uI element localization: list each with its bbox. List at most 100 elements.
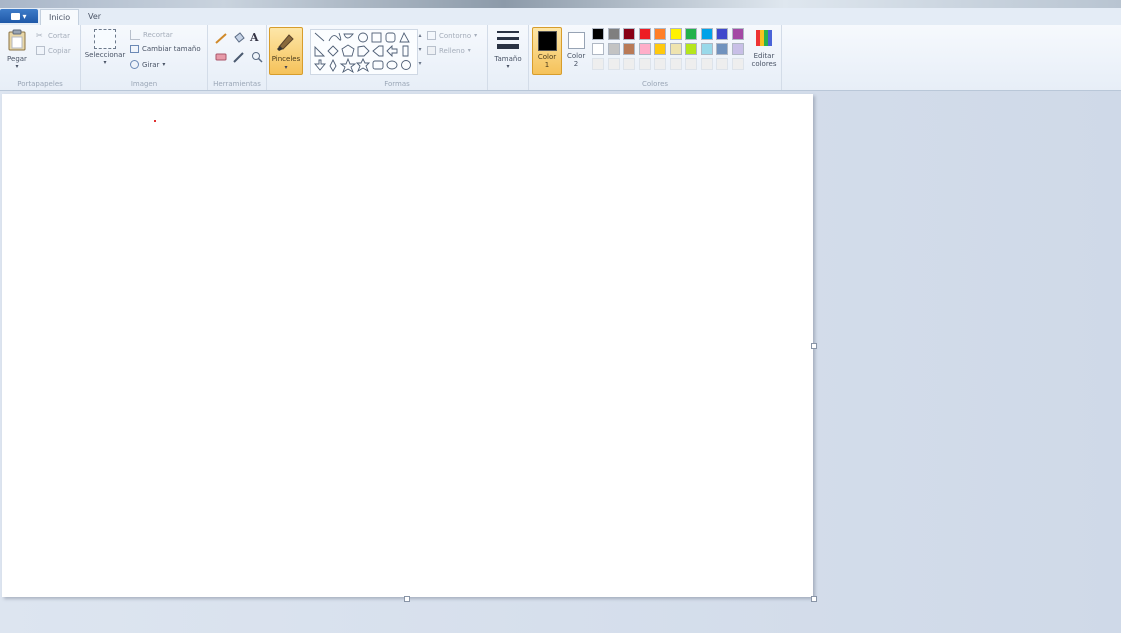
color1-label: Color 1	[537, 53, 557, 69]
size-dropdown-icon: ▾	[506, 63, 510, 70]
shapes-scroll[interactable]: ▴ ▾ ▾	[416, 29, 424, 73]
canvas-workspace[interactable]	[0, 91, 1121, 633]
brushes-button[interactable]: Pinceles ▾	[269, 27, 303, 75]
palette-swatch[interactable]	[623, 28, 635, 40]
rotate-label: Girar	[142, 60, 160, 69]
rotate-button[interactable]: Girar ▾	[130, 60, 165, 69]
colores-group-label: Colores	[641, 80, 669, 88]
palette-swatch[interactable]	[716, 58, 728, 70]
palette-swatch[interactable]	[685, 58, 697, 70]
palette-swatch[interactable]	[592, 58, 604, 70]
palette-swatch[interactable]	[669, 28, 682, 40]
palette-swatch[interactable]	[700, 58, 713, 70]
palette-swatch[interactable]	[592, 28, 604, 40]
resize-label: Cambiar tamaño	[142, 45, 201, 53]
resize-handle-corner[interactable]	[811, 596, 817, 602]
edit-colors-button[interactable]: Editar colores	[748, 28, 780, 68]
palette-swatch[interactable]	[638, 58, 651, 70]
palette-swatch[interactable]	[700, 28, 713, 40]
brushes-dropdown-icon: ▾	[284, 64, 288, 71]
herramientas-group-label: Herramientas	[213, 80, 261, 88]
palette-swatch[interactable]	[669, 43, 682, 55]
resize-handle-bottom[interactable]	[404, 596, 410, 602]
palette-swatch[interactable]	[592, 43, 604, 55]
color-wheel-icon	[756, 30, 772, 46]
palette-swatch[interactable]	[685, 43, 697, 55]
resize-button[interactable]: Cambiar tamaño	[130, 45, 201, 53]
select-label: Seleccionar	[84, 51, 126, 59]
palette-swatch[interactable]	[654, 43, 666, 55]
palette-swatch[interactable]	[623, 58, 635, 70]
formas-group-label: Formas	[384, 80, 410, 88]
tab-ver[interactable]: Ver	[80, 9, 109, 24]
ribbon: Pegar ▾ ✂ Cortar Copiar Portapapeles Sel…	[0, 25, 1121, 91]
imagen-group-label: Imagen	[130, 80, 158, 88]
size-button[interactable]: Tamaño ▾	[491, 29, 525, 70]
cut-label: Cortar	[48, 31, 70, 40]
palette-swatch[interactable]	[685, 28, 697, 40]
cut-button[interactable]: ✂ Cortar	[36, 31, 70, 40]
resize-handle-right[interactable]	[811, 343, 817, 349]
outline-button[interactable]: Contorno ▾	[427, 31, 477, 40]
crop-button[interactable]: Recortar	[130, 30, 173, 40]
paste-button[interactable]: Pegar ▾	[3, 29, 31, 70]
group-formas: ▴ ▾ ▾ Contorno ▾ Relleno ▾ Formas	[307, 25, 488, 90]
palette-swatch[interactable]	[607, 58, 620, 70]
outline-label: Contorno	[439, 31, 472, 40]
fill-dropdown-icon: ▾	[467, 47, 471, 54]
fill-bucket-icon[interactable]	[232, 32, 246, 44]
portapapeles-group-label: Portapapeles	[17, 80, 63, 88]
group-herramientas: A Herramientas	[208, 25, 267, 90]
selection-rectangle-icon	[94, 29, 116, 49]
clipboard-icon	[8, 29, 26, 51]
outline-icon	[427, 31, 436, 40]
paste-label: Pegar	[7, 55, 27, 63]
palette-swatch[interactable]	[700, 43, 713, 55]
color1-swatch	[538, 31, 557, 51]
edit-colors-label: Editar colores	[751, 52, 777, 68]
palette-swatch[interactable]	[607, 28, 620, 40]
palette-swatch[interactable]	[716, 43, 728, 55]
palette-swatch[interactable]	[716, 28, 728, 40]
copy-label: Copiar	[48, 46, 71, 55]
color2-swatch	[568, 32, 585, 49]
palette-swatch[interactable]	[607, 43, 620, 55]
palette-swatch[interactable]	[654, 58, 666, 70]
color-picker-icon[interactable]	[232, 51, 246, 63]
crop-label: Recortar	[143, 31, 173, 39]
palette-swatch[interactable]	[669, 58, 682, 70]
scissors-icon: ✂	[36, 31, 43, 40]
palette-swatch[interactable]	[638, 43, 651, 55]
file-menu-button[interactable]: ▾	[0, 9, 38, 23]
pencil-icon[interactable]	[214, 32, 228, 44]
palette-swatch[interactable]	[731, 58, 744, 70]
tab-inicio[interactable]: Inicio	[40, 9, 80, 25]
shapes-gallery-icons	[314, 31, 411, 74]
palette-swatch[interactable]	[731, 28, 744, 40]
fill-icon	[427, 46, 436, 55]
group-portapapeles: Pegar ▾ ✂ Cortar Copiar Portapapeles	[0, 25, 81, 90]
palette-swatch[interactable]	[638, 28, 651, 40]
fill-label: Relleno	[439, 46, 465, 55]
drawing-canvas[interactable]	[2, 94, 813, 597]
copy-button[interactable]: Copiar	[36, 46, 71, 55]
select-button[interactable]: Seleccionar ▾	[83, 29, 127, 66]
text-tool-icon[interactable]: A	[250, 31, 259, 44]
shapes-gallery	[310, 29, 418, 75]
color1-button[interactable]: Color 1	[532, 27, 562, 75]
select-dropdown-icon: ▾	[103, 59, 107, 66]
rotate-dropdown-icon: ▾	[162, 61, 166, 68]
color2-button[interactable]: Color 2	[563, 27, 589, 73]
palette-swatch[interactable]	[731, 43, 744, 55]
eraser-icon[interactable]	[214, 51, 228, 63]
palette-swatch[interactable]	[654, 28, 666, 40]
color-palette	[592, 28, 752, 74]
palette-swatch[interactable]	[623, 43, 635, 55]
fill-button[interactable]: Relleno ▾	[427, 46, 471, 55]
crop-icon	[130, 30, 140, 40]
ribbon-tab-bar: ▾ Inicio Ver	[0, 8, 1121, 26]
color2-label: Color 2	[567, 52, 586, 68]
magnifier-icon[interactable]	[250, 51, 264, 63]
paste-dropdown-icon: ▾	[15, 63, 19, 70]
file-menu-icon	[11, 12, 21, 20]
